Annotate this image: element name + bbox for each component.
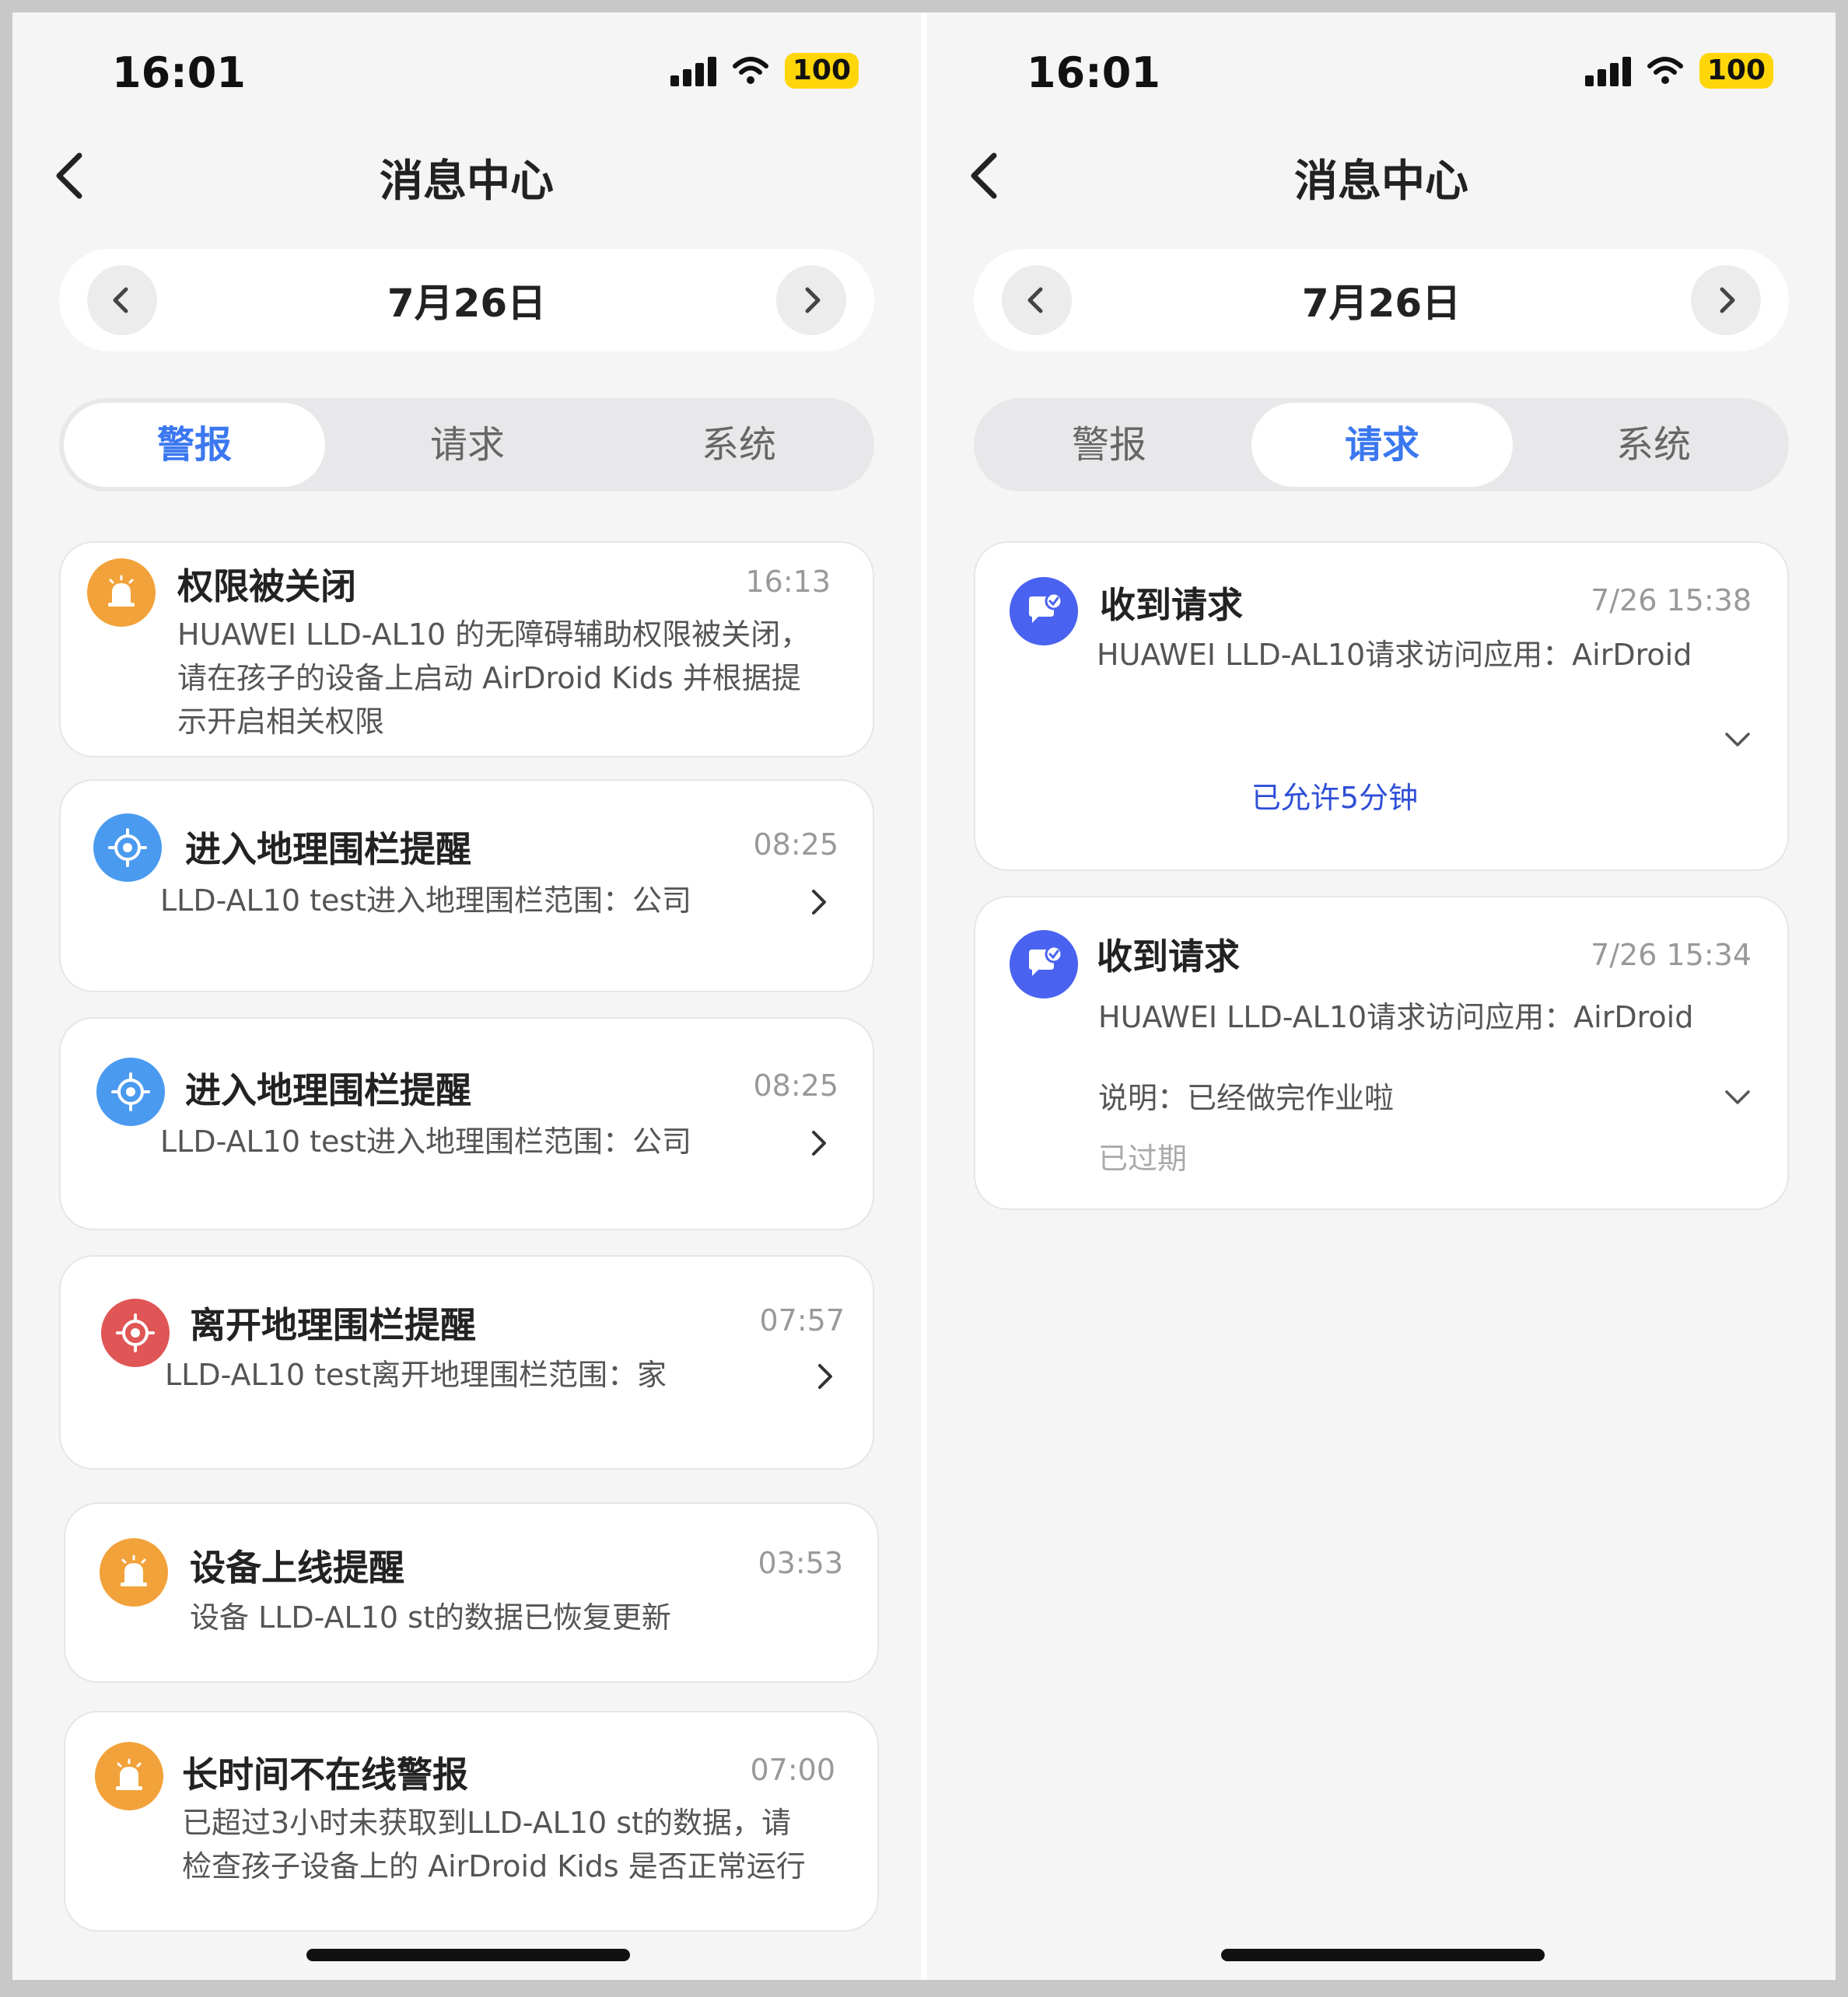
card-time: 7/26 15:34 <box>1591 938 1752 972</box>
home-indicator[interactable] <box>306 1949 630 1961</box>
request-status-expired: 已过期 <box>1098 1142 1188 1176</box>
card-title: 收到请求 <box>1097 936 1240 978</box>
card-time: 07:00 <box>750 1753 835 1787</box>
request-card[interactable]: 收到请求 7/26 15:38 HUAWEI LLD-AL10请求访问应用：Ai… <box>974 541 1789 871</box>
status-icons: 100 <box>1584 53 1773 89</box>
page-title: 消息中心 <box>1294 156 1468 207</box>
request-icon <box>1010 930 1078 998</box>
card-time: 16:13 <box>745 565 831 599</box>
card-title: 离开地理围栏提醒 <box>190 1304 476 1346</box>
date-selector: 7月26日 <box>974 249 1789 351</box>
card-body: LLD-AL10 test进入地理围栏范围：公司 <box>160 883 692 918</box>
alarm-icon <box>87 558 156 627</box>
chevron-right-icon <box>812 890 826 915</box>
card-title: 长时间不在线警报 <box>182 1754 468 1796</box>
alert-card-permission-closed[interactable]: 权限被关闭 16:13 HUAWEI LLD-AL10 的无障碍辅助权限被关闭，… <box>59 541 874 757</box>
battery-indicator: 100 <box>1699 53 1773 89</box>
card-body: HUAWEI LLD-AL10请求访问应用：AirDroid <box>1098 1000 1694 1034</box>
status-time: 16:01 <box>1027 48 1160 97</box>
card-body: HUAWEI LLD-AL10 的无障碍辅助权限被关闭， 请在孩子的设备上启动 … <box>177 613 810 743</box>
card-title: 设备上线提醒 <box>190 1547 404 1589</box>
request-card[interactable]: 收到请求 7/26 15:34 HUAWEI LLD-AL10请求访问应用：Ai… <box>974 896 1789 1210</box>
tab-alerts[interactable]: 警报 <box>64 403 325 487</box>
status-time: 16:01 <box>112 48 246 97</box>
chevron-down-icon[interactable] <box>1722 725 1753 753</box>
card-body-line: 检查孩子设备上的 AirDroid Kids 是否正常运行 <box>182 1849 806 1883</box>
card-body-line: HUAWEI LLD-AL10 的无障碍辅助权限被关闭， <box>177 617 810 652</box>
tab-alerts[interactable]: 警报 <box>978 403 1240 487</box>
request-icon <box>1010 577 1078 645</box>
next-date-button[interactable] <box>1691 265 1761 335</box>
category-tabs: 警报 请求 系统 <box>59 398 874 491</box>
card-time: 08:25 <box>753 827 838 862</box>
alert-card-geofence-enter[interactable]: 进入地理围栏提醒 08:25 LLD-AL10 test进入地理围栏范围：公司 <box>59 1017 874 1230</box>
alert-card-geofence-leave[interactable]: 离开地理围栏提醒 07:57 LLD-AL10 test离开地理围栏范围：家 <box>59 1255 874 1470</box>
card-time: 03:53 <box>758 1546 843 1580</box>
geofence-icon <box>101 1299 170 1367</box>
card-title: 收到请求 <box>1100 584 1243 626</box>
chevron-down-icon[interactable] <box>1722 1082 1753 1110</box>
card-title: 进入地理围栏提醒 <box>185 1069 471 1111</box>
tab-requests[interactable]: 请求 <box>1251 403 1513 487</box>
battery-indicator: 100 <box>784 53 859 89</box>
tab-system[interactable]: 系统 <box>608 403 870 487</box>
chevron-right-icon <box>812 1131 826 1156</box>
card-time: 08:25 <box>753 1068 838 1103</box>
signal-icon <box>1584 55 1631 86</box>
request-status-allowed: 已允许5分钟 <box>1251 781 1419 815</box>
alarm-icon <box>95 1742 163 1810</box>
chevron-right-icon <box>805 287 821 313</box>
card-time: 7/26 15:38 <box>1591 583 1752 617</box>
page-title: 消息中心 <box>380 156 554 207</box>
screen-divider <box>921 12 927 1980</box>
category-tabs: 警报 请求 系统 <box>974 398 1789 491</box>
phone-screen-requests: 16:01 100 消息中心 7月26日 警报 请求 系统 收到请求 7/26 … <box>927 12 1836 1980</box>
alert-card-geofence-enter[interactable]: 进入地理围栏提醒 08:25 LLD-AL10 test进入地理围栏范围：公司 <box>59 779 874 992</box>
date-label: 7月26日 <box>387 281 547 326</box>
status-icons: 100 <box>670 53 859 89</box>
card-body-line: 请在孩子的设备上启动 AirDroid Kids 并根据提 <box>177 661 801 695</box>
home-indicator[interactable] <box>1221 1949 1545 1961</box>
date-label: 7月26日 <box>1301 281 1461 326</box>
wifi-icon <box>1647 57 1683 84</box>
card-title: 权限被关闭 <box>177 565 356 607</box>
phone-screen-alerts: 16:01 100 消息中心 7月26日 警报 请求 系统 权限被关闭 16:1… <box>12 12 921 1980</box>
card-body-line: 示开启相关权限 <box>177 705 385 739</box>
card-time: 07:57 <box>759 1303 845 1338</box>
date-selector: 7月26日 <box>59 249 874 351</box>
geofence-icon <box>93 813 162 882</box>
card-title: 进入地理围栏提醒 <box>185 828 471 870</box>
tab-system[interactable]: 系统 <box>1523 403 1784 487</box>
card-body: HUAWEI LLD-AL10请求访问应用：AirDroid <box>1097 638 1692 672</box>
signal-icon <box>670 55 716 86</box>
card-body-line: 已超过3小时未获取到LLD-AL10 st的数据，请 <box>182 1806 791 1840</box>
next-date-button[interactable] <box>776 265 846 335</box>
alert-card-long-offline[interactable]: 长时间不在线警报 07:00 已超过3小时未获取到LLD-AL10 st的数据，… <box>64 1711 879 1932</box>
chevron-right-icon <box>1720 287 1735 313</box>
card-body: LLD-AL10 test离开地理围栏范围：家 <box>165 1358 667 1392</box>
alert-card-device-online[interactable]: 设备上线提醒 03:53 设备 LLD-AL10 st的数据已恢复更新 <box>64 1502 879 1683</box>
card-body: LLD-AL10 test进入地理围栏范围：公司 <box>160 1124 692 1159</box>
card-body: 设备 LLD-AL10 st的数据已恢复更新 <box>190 1600 671 1635</box>
alarm-icon <box>100 1538 168 1607</box>
wifi-icon <box>732 57 768 84</box>
chevron-right-icon <box>818 1364 832 1389</box>
request-note: 说明：已经做完作业啦 <box>1098 1081 1395 1115</box>
geofence-icon <box>96 1058 165 1126</box>
card-body: 已超过3小时未获取到LLD-AL10 st的数据，请 检查孩子设备上的 AirD… <box>182 1801 806 1888</box>
tab-requests[interactable]: 请求 <box>337 403 598 487</box>
